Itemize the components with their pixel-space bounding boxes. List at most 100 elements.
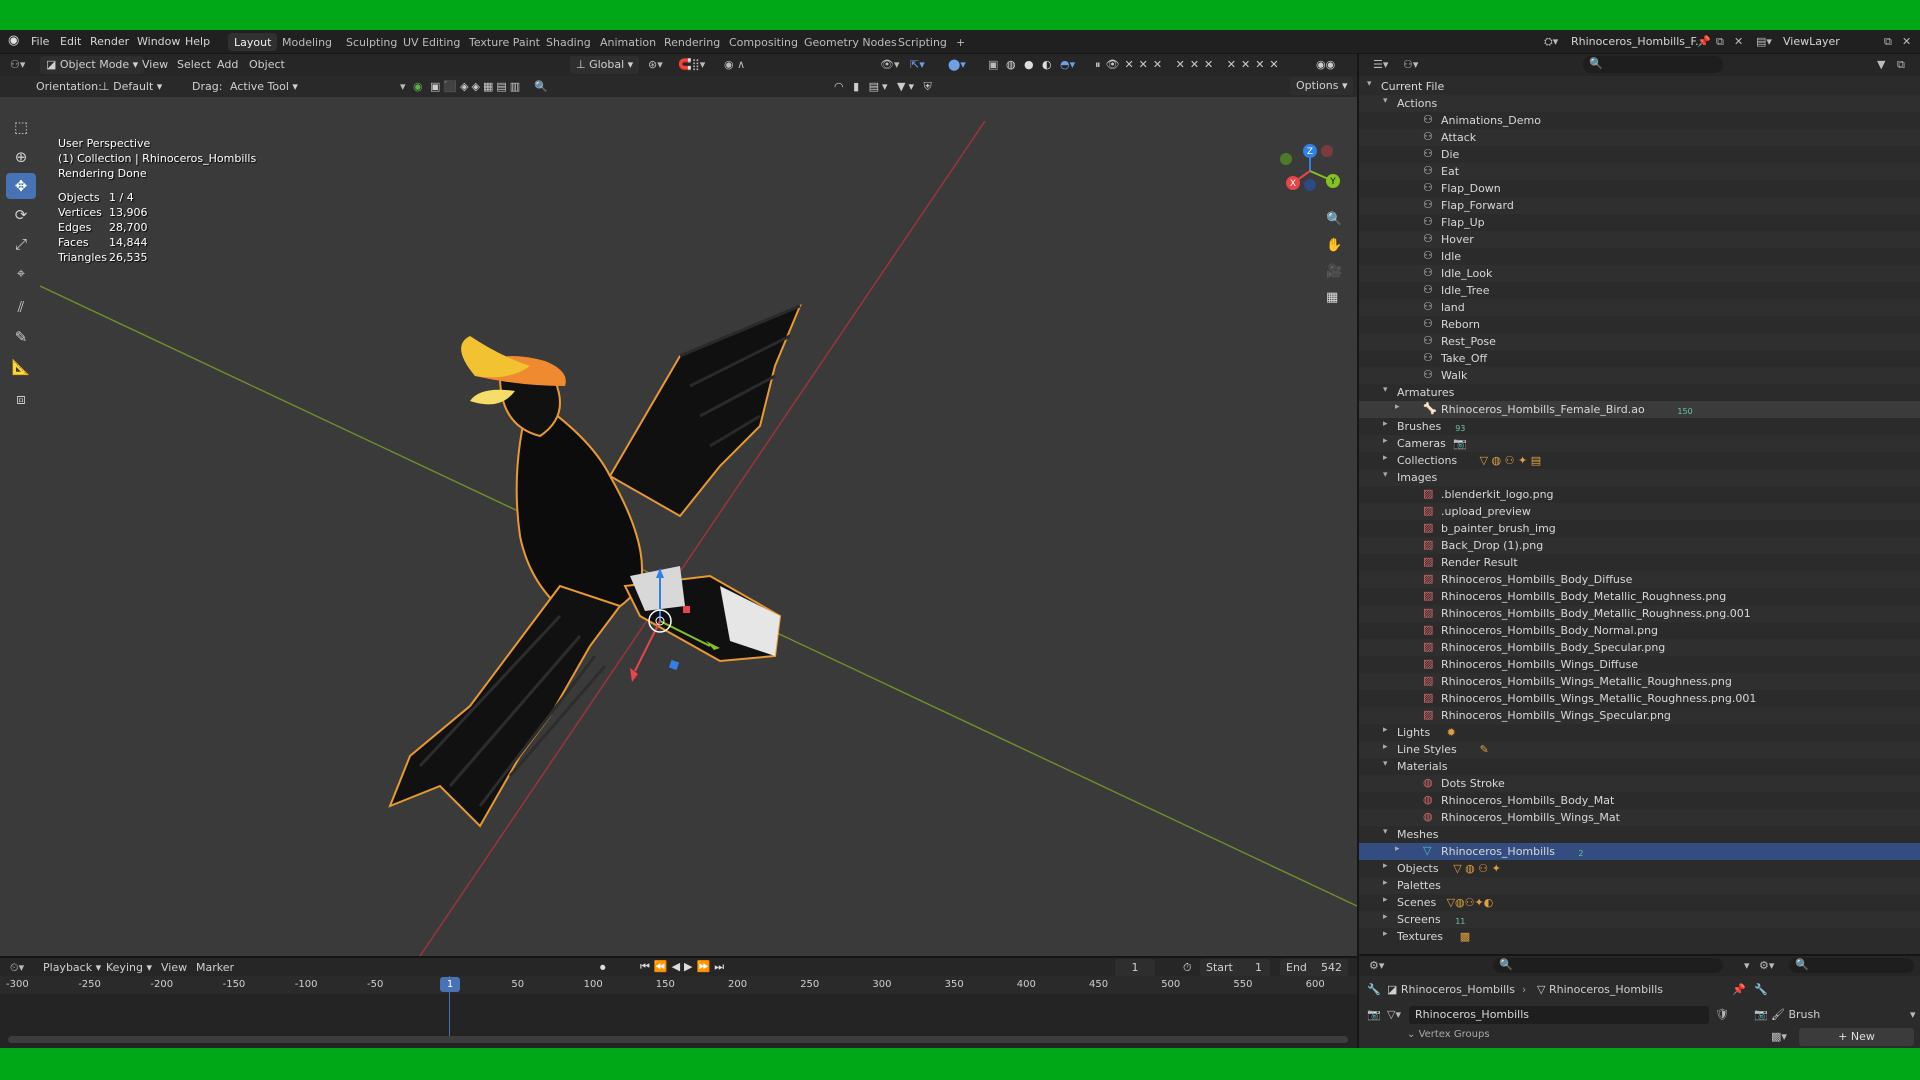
- outliner-image-item[interactable]: ▨ Rhinoceros_Hombills_Body_Metallic_Rough…: [1359, 588, 1920, 605]
- blender-logo-icon[interactable]: ◉: [8, 33, 19, 48]
- outliner-action-item[interactable]: ⚇ Flap_Down: [1359, 180, 1920, 197]
- ortho-toggle-icon[interactable]: ▦: [1326, 290, 1338, 305]
- fake-user-icon[interactable]: 🛡: [1715, 1008, 1729, 1021]
- expand-arrow-closed-icon[interactable]: ▸: [1383, 725, 1388, 735]
- outliner-category-cameras[interactable]: ▸ Cameras 📷: [1359, 435, 1920, 452]
- outliner-action-item[interactable]: ⚇ land: [1359, 299, 1920, 316]
- outliner-action-item[interactable]: ⚇ Attack: [1359, 129, 1920, 146]
- outliner-image-item[interactable]: ▨ Rhinoceros_Hombills_Body_Diffuse: [1359, 571, 1920, 588]
- tab-rendering[interactable]: Rendering: [658, 33, 726, 51]
- outliner-category-textures[interactable]: ▸ Textures ▩: [1359, 928, 1920, 945]
- outliner-image-item[interactable]: ▨ .upload_preview: [1359, 503, 1920, 520]
- outliner-category-collections[interactable]: ▸ Collections ▽ ◍ ⚇ ✦ ▤: [1359, 452, 1920, 469]
- expand-arrow-closed-icon[interactable]: ▸: [1383, 929, 1388, 939]
- expand-arrow-open-icon[interactable]: ▾: [1383, 827, 1388, 837]
- mesh-breadcrumb[interactable]: ▽ Rhinoceros_Hombills: [1537, 983, 1663, 996]
- expand-arrow-open-icon[interactable]: ▾: [1383, 96, 1388, 106]
- outliner-category-palettes[interactable]: ▸ Palettes: [1359, 877, 1920, 894]
- brush-tab-icon[interactable]: 📷: [1754, 1008, 1768, 1021]
- expand-arrow-open-icon[interactable]: ▾: [1383, 470, 1388, 480]
- mesh-data-icon[interactable]: ▽▾: [1387, 1008, 1401, 1021]
- preview-range-icon[interactable]: ⏱: [1183, 961, 1192, 975]
- tab-uv-editing[interactable]: UV Editing: [397, 33, 466, 51]
- tab-layout[interactable]: Layout: [228, 33, 278, 51]
- expand-arrow-open-icon[interactable]: ▾: [1367, 79, 1372, 89]
- expand-arrow-closed-icon[interactable]: ▸: [1383, 878, 1388, 888]
- brush-dropdown-arrow-icon[interactable]: ▾: [1910, 1008, 1916, 1021]
- playhead-frame-label[interactable]: 1: [440, 977, 460, 992]
- current-frame-field[interactable]: 1: [1115, 959, 1155, 977]
- collapse-arrow-icon[interactable]: ▾: [400, 80, 406, 93]
- proportional-edit-icon[interactable]: ◉ ∧: [724, 58, 745, 71]
- outliner-material-item[interactable]: ◍ Rhinoceros_Hombills_Wings_Mat: [1359, 809, 1920, 826]
- outliner-category-meshes[interactable]: ▾ Meshes: [1359, 826, 1920, 843]
- timeline-area[interactable]: 1 -300-250-200-150-100-50150100150200250…: [0, 976, 1357, 1048]
- menu-window[interactable]: Window: [137, 35, 180, 48]
- outliner-image-item[interactable]: ▨ Render Result: [1359, 554, 1920, 571]
- outliner-action-item[interactable]: ⚇ Idle: [1359, 248, 1920, 265]
- layer-color-icon[interactable]: ◉: [413, 80, 423, 93]
- outliner-image-item[interactable]: ▨ .blenderkit_logo.png: [1359, 486, 1920, 503]
- texture-slot-icon[interactable]: ▩▾: [1771, 1030, 1787, 1043]
- shading-wireframe-icon[interactable]: ◍: [1006, 58, 1016, 71]
- expand-arrow-closed-icon[interactable]: ▸: [1383, 436, 1388, 446]
- new-collection-icon[interactable]: ⧉: [1897, 58, 1905, 72]
- expand-arrow-open-icon[interactable]: ▾: [1383, 385, 1388, 395]
- outliner-category-actions[interactable]: ▾ Actions: [1359, 95, 1920, 112]
- new-texture-button[interactable]: + New: [1799, 1028, 1914, 1046]
- playback-controls[interactable]: ⏮⏪◀▶⏩⏭: [640, 960, 728, 974]
- xray-icon[interactable]: ▣: [988, 58, 998, 71]
- pivot-icon[interactable]: ⊛▾: [648, 58, 663, 71]
- menu-render[interactable]: Render: [90, 35, 129, 48]
- outliner-image-item[interactable]: ▨ b_painter_brush_img: [1359, 520, 1920, 537]
- frame-ruler[interactable]: [0, 976, 1357, 994]
- outliner-category-lights[interactable]: ▸ Lights ✹: [1359, 724, 1920, 741]
- visibility-icon[interactable]: 👁▾: [880, 58, 900, 71]
- display-mode-icon[interactable]: ⚇▾: [1403, 58, 1418, 71]
- tab-compositing[interactable]: Compositing: [723, 33, 804, 51]
- outliner-category-images[interactable]: ▾ Images: [1359, 469, 1920, 486]
- overlay-toggle-icon[interactable]: ⬤▾: [948, 58, 966, 71]
- close-scene-icon[interactable]: ✕: [1734, 35, 1743, 48]
- second-search-input[interactable]: 🔍: [1789, 958, 1914, 973]
- expand-arrow-closed-icon[interactable]: ▸: [1383, 861, 1388, 871]
- add-cube-tool-icon[interactable]: ⧈: [6, 386, 36, 412]
- filter-search-icon[interactable]: 🔍: [534, 80, 548, 93]
- pin-icon[interactable]: 📌: [1697, 35, 1711, 48]
- menu-keying[interactable]: Keying ▾: [106, 961, 152, 974]
- end-frame-field[interactable]: End 542: [1280, 959, 1348, 977]
- vertex-groups-panel[interactable]: ⌄ Vertex Groups: [1407, 1029, 1490, 1040]
- close-view-layer-icon[interactable]: ✕: [1902, 35, 1911, 48]
- transform-tool-icon[interactable]: ⌖: [6, 260, 36, 286]
- start-frame-field[interactable]: Start 1: [1200, 959, 1270, 977]
- tab-scripting[interactable]: Scripting: [892, 33, 953, 51]
- outliner-root-current-file[interactable]: ▾ Current File: [1359, 78, 1920, 95]
- add-workspace-button[interactable]: +: [950, 33, 971, 51]
- menu-select[interactable]: Select: [177, 58, 211, 71]
- outliner-editor-type-icon[interactable]: ☰▾: [1373, 58, 1388, 71]
- new-scene-icon[interactable]: ⧉: [1716, 35, 1724, 49]
- render-region-icon[interactable]: ◉◉: [1316, 58, 1335, 71]
- tab-sculpting[interactable]: Sculpting: [340, 33, 403, 51]
- drag-dropdown[interactable]: Active Tool ▾: [230, 80, 298, 93]
- outliner-mesh-item[interactable]: ▸ ▽ Rhinoceros_Hombills 2: [1359, 843, 1920, 860]
- menu-edit[interactable]: Edit: [60, 35, 81, 48]
- navigation-gizmo[interactable]: Z Y X: [1275, 141, 1345, 201]
- menu-marker[interactable]: Marker: [196, 961, 234, 974]
- outliner-action-item[interactable]: ⚇ Take_Off: [1359, 350, 1920, 367]
- menu-help[interactable]: Help: [185, 35, 210, 48]
- hornbill-model[interactable]: [380, 286, 840, 846]
- orientation-dropdown[interactable]: ⊥ Default ▾: [100, 80, 162, 93]
- timeline-editor-icon[interactable]: ⏲▾: [10, 961, 24, 975]
- rotate-tool-icon[interactable]: ⟳: [6, 202, 36, 228]
- shading-rendered-icon[interactable]: ◓▾: [1060, 58, 1075, 71]
- dropdown-arrow-icon[interactable]: ▾: [1744, 959, 1750, 972]
- expand-arrow-closed-icon[interactable]: ▸: [1383, 453, 1388, 463]
- outliner-material-item[interactable]: ◍ Rhinoceros_Hombills_Body_Mat: [1359, 792, 1920, 809]
- outliner-category-line-styles[interactable]: ▸ Line Styles ✎: [1359, 741, 1920, 758]
- tab-geometry-nodes[interactable]: Geometry Nodes: [798, 33, 903, 51]
- render-tab-icon[interactable]: 📷: [1367, 1008, 1381, 1021]
- outliner-image-item[interactable]: ▨ Back_Drop (1).png: [1359, 537, 1920, 554]
- camera-view-icon[interactable]: 🎥: [1326, 264, 1342, 279]
- outliner-category-brushes[interactable]: ▸ Brushes 93: [1359, 418, 1920, 435]
